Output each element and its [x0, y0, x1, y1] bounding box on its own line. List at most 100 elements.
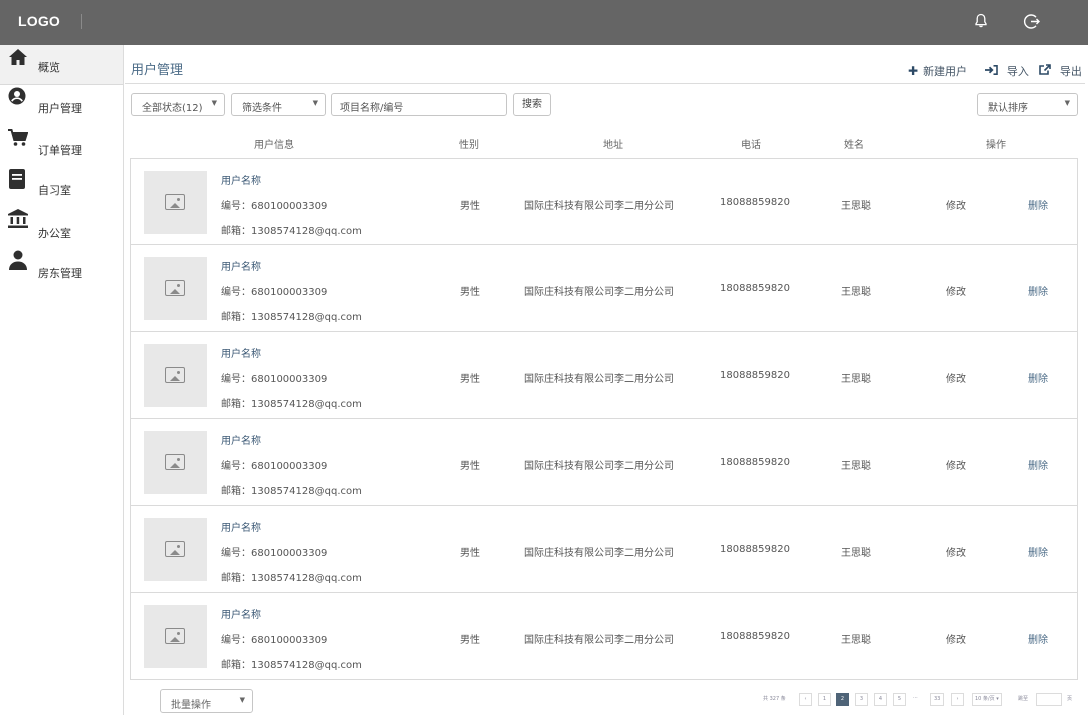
user-avatar	[144, 518, 207, 581]
user-gender: 男性	[460, 635, 480, 646]
delete-button[interactable]: 删除	[1028, 197, 1048, 212]
column-header-name: 姓名	[844, 140, 864, 151]
user-gender: 男性	[460, 201, 480, 212]
user-avatar	[144, 171, 207, 234]
edit-button[interactable]: 修改	[946, 283, 966, 298]
edit-button[interactable]: 修改	[946, 197, 966, 212]
batch-action-value: 批量操作	[171, 700, 211, 711]
status-select[interactable]: 全部状态(12) ▼	[131, 93, 225, 116]
table-row: 用户名称 编号：680100003309 邮箱：1308574128@qq.co…	[130, 506, 1078, 593]
user-gender: 男性	[460, 287, 480, 298]
user-email: 邮箱：1308574128@qq.com	[221, 573, 362, 584]
sidebar-item-users[interactable]: 用户管理	[0, 86, 123, 126]
pagination-page[interactable]: 1	[818, 693, 831, 706]
table-row: 用户名称 编号：680100003309 邮箱：1308574128@qq.co…	[130, 593, 1078, 680]
column-header-user-info: 用户信息	[254, 140, 294, 151]
bank-icon	[8, 209, 28, 231]
user-id: 编号：680100003309	[221, 461, 328, 472]
delete-button[interactable]: 删除	[1028, 370, 1048, 385]
user-gender: 男性	[460, 461, 480, 472]
batch-action-select[interactable]: 批量操作 ▼	[160, 689, 253, 713]
person-icon	[8, 250, 28, 272]
user-id: 编号：680100003309	[221, 635, 328, 646]
page-size-select[interactable]: 10 条/页 ▾	[972, 693, 1002, 706]
user-address: 国际庄科技有限公司李二用分公司	[524, 287, 674, 298]
edit-button[interactable]: 修改	[946, 631, 966, 646]
import-button[interactable]: 导入	[985, 63, 1029, 79]
logo-divider	[81, 14, 82, 29]
user-address: 国际庄科技有限公司李二用分公司	[524, 374, 674, 385]
home-icon	[8, 48, 28, 70]
sidebar-item-office[interactable]: 办公室	[0, 209, 123, 249]
user-phone: 18088859820	[720, 544, 790, 555]
bell-icon[interactable]	[974, 13, 988, 33]
sidebar-item-study-room[interactable]: 自习室	[0, 168, 123, 208]
page-title: 用户管理	[131, 63, 184, 78]
user-gender: 男性	[460, 374, 480, 385]
image-placeholder-icon	[165, 280, 185, 296]
pagination-page[interactable]: 5	[893, 693, 906, 706]
sidebar: 概览 用户管理 订单管理 自习室 办公室 房东管理	[0, 45, 124, 715]
delete-button[interactable]: 删除	[1028, 631, 1048, 646]
user-phone: 18088859820	[720, 197, 790, 208]
export-button[interactable]: 导出	[1039, 63, 1082, 79]
edit-button[interactable]: 修改	[946, 457, 966, 472]
search-input-placeholder: 项目名称/编号	[340, 103, 404, 114]
logo[interactable]: LOGO	[18, 13, 60, 29]
edit-button[interactable]: 修改	[946, 370, 966, 385]
goto-page-input[interactable]	[1036, 693, 1062, 706]
user-name-link[interactable]: 用户名称	[221, 606, 261, 621]
user-avatar	[144, 257, 207, 320]
user-address: 国际庄科技有限公司李二用分公司	[524, 461, 674, 472]
user-address: 国际庄科技有限公司李二用分公司	[524, 635, 674, 646]
sidebar-item-label: 概览	[38, 61, 60, 74]
condition-select[interactable]: 筛选条件 ▼	[231, 93, 326, 116]
delete-button[interactable]: 删除	[1028, 283, 1048, 298]
delete-button[interactable]: 删除	[1028, 544, 1048, 559]
user-avatar	[144, 431, 207, 494]
sort-select[interactable]: 默认排序 ▼	[977, 93, 1078, 116]
pagination-prev[interactable]: ‹	[799, 693, 812, 706]
goto-label: 跳至	[1018, 696, 1029, 702]
export-label: 导出	[1059, 65, 1082, 78]
user-phone: 18088859820	[720, 283, 790, 294]
user-address: 国际庄科技有限公司李二用分公司	[524, 548, 674, 559]
user-realname: 王思聪	[841, 287, 871, 298]
search-input[interactable]: 项目名称/编号	[331, 93, 507, 116]
delete-button[interactable]: 删除	[1028, 457, 1048, 472]
status-select-value: 全部状态(12)	[142, 103, 203, 114]
top-bar: LOGO	[0, 0, 1088, 45]
user-name-link[interactable]: 用户名称	[221, 432, 261, 447]
logout-icon[interactable]	[1023, 13, 1040, 34]
user-name-link[interactable]: 用户名称	[221, 172, 261, 187]
table-row: 用户名称 编号：680100003309 邮箱：1308574128@qq.co…	[130, 158, 1078, 245]
user-realname: 王思聪	[841, 548, 871, 559]
book-icon	[8, 168, 28, 190]
cart-icon	[8, 129, 29, 151]
user-id: 编号：680100003309	[221, 287, 328, 298]
pagination-page[interactable]: 33	[930, 693, 945, 706]
search-button[interactable]: 搜索	[513, 93, 551, 116]
sidebar-item-overview[interactable]: 概览	[0, 45, 123, 85]
user-email: 邮箱：1308574128@qq.com	[221, 486, 362, 497]
user-name-link[interactable]: 用户名称	[221, 345, 261, 360]
export-icon	[1039, 64, 1055, 78]
pagination-next[interactable]: ›	[951, 693, 964, 706]
user-name-link[interactable]: 用户名称	[221, 258, 261, 273]
user-realname: 王思聪	[841, 461, 871, 472]
sidebar-item-landlords[interactable]: 房东管理	[0, 250, 123, 290]
chevron-down-icon: ▼	[211, 99, 217, 107]
pagination-page-active[interactable]: 2	[836, 693, 849, 706]
sidebar-item-orders[interactable]: 订单管理	[0, 127, 123, 167]
user-realname: 王思聪	[841, 374, 871, 385]
user-name-link[interactable]: 用户名称	[221, 519, 261, 534]
user-gender: 男性	[460, 548, 480, 559]
column-header-address: 地址	[603, 140, 623, 151]
pagination-page[interactable]: 3	[855, 693, 868, 706]
user-circle-icon	[8, 87, 28, 109]
new-user-button[interactable]: ✚ 新建用户	[908, 63, 967, 79]
pagination-page[interactable]: 4	[874, 693, 887, 706]
sort-select-value: 默认排序	[988, 103, 1028, 114]
edit-button[interactable]: 修改	[946, 544, 966, 559]
user-avatar	[144, 344, 207, 407]
